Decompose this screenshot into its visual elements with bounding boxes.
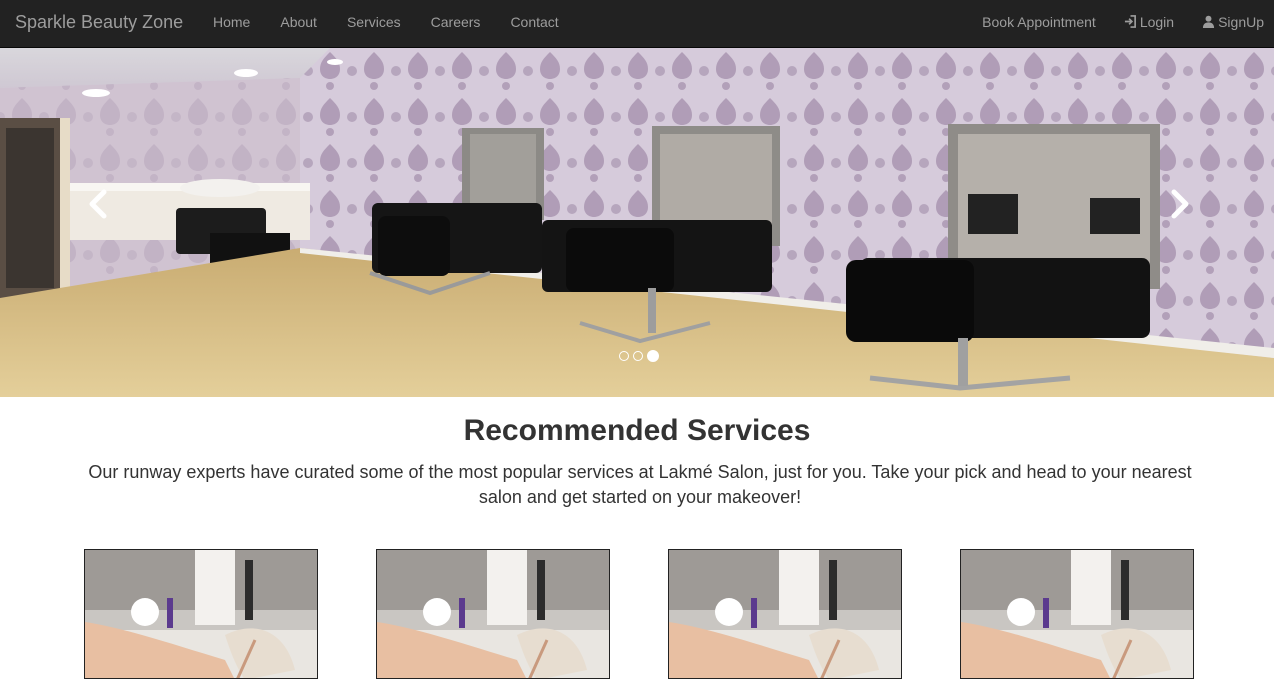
section-description: Our runway experts have curated some of … — [88, 462, 1192, 507]
book-appointment-link[interactable]: Book Appointment — [968, 0, 1110, 48]
service-card[interactable] — [668, 549, 902, 679]
signup-link[interactable]: SignUp — [1188, 0, 1274, 48]
chevron-left-icon — [89, 189, 107, 219]
pedicure-image — [377, 550, 609, 678]
service-card[interactable] — [84, 549, 318, 679]
carousel-indicator-2[interactable] — [633, 351, 643, 361]
pedicure-image — [85, 550, 317, 678]
carousel-prev-control[interactable] — [78, 186, 118, 222]
book-appointment-label: Book Appointment — [982, 14, 1096, 30]
carousel-indicator-3[interactable] — [647, 350, 659, 362]
nav-about[interactable]: About — [265, 0, 332, 48]
main-nav: Home About Services Careers Contact — [198, 0, 574, 48]
carousel-indicator-1[interactable] — [619, 351, 629, 361]
login-label: Login — [1139, 14, 1175, 30]
hero-carousel[interactable] — [0, 48, 1274, 397]
nav-contact[interactable]: Contact — [495, 0, 573, 48]
brand-link[interactable]: Sparkle Beauty Zone — [15, 12, 183, 33]
signup-label: SignUp — [1218, 14, 1264, 30]
login-link[interactable]: Login — [1110, 0, 1188, 48]
pedicure-image — [669, 550, 901, 678]
pedicure-image — [961, 550, 1193, 678]
service-card[interactable] — [960, 549, 1194, 679]
account-nav: Book Appointment Login SignUp — [968, 0, 1274, 48]
carousel-next-control[interactable] — [1160, 186, 1200, 222]
nav-careers[interactable]: Careers — [416, 0, 496, 48]
chevron-right-icon — [1171, 189, 1189, 219]
service-card[interactable] — [376, 549, 610, 679]
nav-home[interactable]: Home — [198, 0, 265, 48]
user-icon — [1203, 15, 1215, 28]
salon-interior-image — [0, 48, 1274, 397]
section-title: Recommended Services — [463, 414, 811, 447]
nav-services[interactable]: Services — [332, 0, 416, 48]
login-icon — [1124, 15, 1136, 28]
top-navbar: Sparkle Beauty Zone Home About Services … — [0, 0, 1274, 48]
carousel-indicators — [619, 350, 659, 362]
